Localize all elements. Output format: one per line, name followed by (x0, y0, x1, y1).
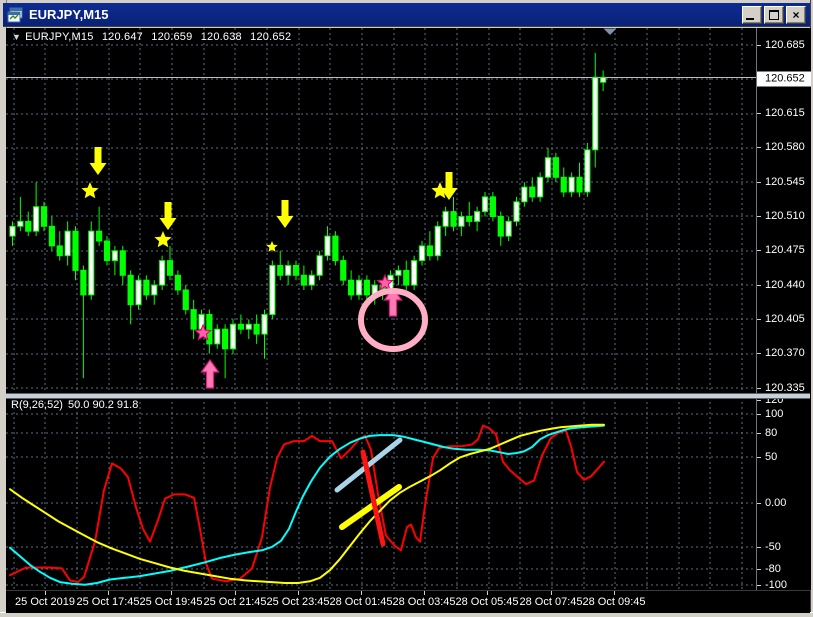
time-axis-tick (487, 591, 488, 595)
indicator-axis-tick (757, 547, 761, 548)
price-axis-tick (757, 182, 761, 183)
price-axis-label: 120.405 (765, 313, 805, 325)
price-axis-tick (757, 113, 761, 114)
price-axis-label: 120.685 (765, 39, 805, 51)
close-button[interactable]: × (786, 5, 806, 24)
indicator-axis-tick (757, 414, 761, 415)
time-axis-label: 28 Oct 07:45 (519, 596, 583, 608)
price-axis-label: 120.580 (765, 141, 805, 153)
time-axis-label: 28 Oct 01:45 (329, 596, 393, 608)
chart-app-icon (7, 7, 23, 22)
time-axis-label: 28 Oct 05:45 (455, 596, 519, 608)
close-icon: × (792, 7, 800, 22)
symbol-ohlc-header: ▼ EURJPY,M15 120.647 120.659 120.638 120.… (12, 31, 296, 43)
indicator-axis-tick (757, 400, 761, 401)
symbol-label: EURJPY,M15 (25, 31, 94, 43)
high-value: 120.659 (151, 31, 193, 43)
oscillator-line-medium (9, 424, 605, 586)
current-price-tag: 120.652 (757, 71, 811, 87)
time-axis[interactable]: 25 Oct 2019 25 Oct 17:45 25 Oct 19:45 25 Oc… (6, 590, 810, 613)
time-axis-label: 28 Oct 03:45 (392, 596, 456, 608)
indicator-axis-tick (757, 457, 761, 458)
sell-star-marker (266, 241, 278, 252)
time-axis-tick (45, 591, 46, 595)
price-axis-tick (757, 45, 761, 46)
open-value: 120.647 (101, 31, 143, 43)
low-value: 120.638 (200, 31, 242, 43)
price-axis-label: 120.510 (765, 210, 805, 222)
price-axis-label: 120.615 (765, 107, 805, 119)
indicator-label: R(9,26,52) 50.0 90.2 91.8 (11, 399, 143, 411)
price-axis-tick (757, 250, 761, 251)
indicator-values: 50.0 90.2 91.8 (67, 399, 139, 411)
time-axis-label: 28 Oct 09:45 (582, 596, 646, 608)
indicator-axis-tick (757, 503, 761, 504)
chevron-down-icon[interactable]: ▼ (12, 32, 21, 42)
price-axis-tick (757, 216, 761, 217)
time-axis-tick (361, 591, 362, 595)
time-axis-label: 25 Oct 2019 (15, 596, 75, 608)
price-axis-label: 120.440 (765, 279, 805, 291)
window-title: EURJPY,M15 (29, 7, 109, 22)
indicator-canvas[interactable] (6, 397, 756, 590)
indicator-name: R(9,26,52) (11, 399, 63, 411)
indicator-axis-tick (757, 585, 761, 586)
minimize-icon (746, 17, 754, 20)
indicator-axis-label: 80 (765, 427, 778, 439)
indicator-axis-tick (757, 569, 761, 570)
indicator-axis-tick (757, 433, 761, 434)
time-axis-tick (171, 591, 172, 595)
price-axis-tick (757, 319, 761, 320)
time-axis-tick (614, 591, 615, 595)
indicator-axis-label: -80 (765, 563, 781, 575)
minimize-button[interactable] (742, 5, 762, 24)
title-bar[interactable]: EURJPY,M15 × (3, 3, 810, 27)
price-axis-tick (757, 147, 761, 148)
time-axis-label: 25 Oct 23:45 (266, 596, 330, 608)
maximize-icon (769, 9, 779, 20)
time-axis-label: 25 Oct 19:45 (139, 596, 203, 608)
indicator-axis-label: 0.00 (765, 497, 787, 509)
time-axis-tick (551, 591, 552, 595)
sell-star-marker (81, 182, 99, 199)
time-axis-tick (424, 591, 425, 595)
time-axis-label: 25 Oct 21:45 (203, 596, 267, 608)
time-axis-tick (235, 591, 236, 595)
price-axis-label: 120.545 (765, 176, 805, 188)
sell-arrow-marker (89, 147, 107, 175)
oscillator-line-fast (9, 424, 605, 584)
price-axis-tick (757, 353, 761, 354)
time-axis-tick (108, 591, 109, 595)
maximize-button[interactable] (764, 5, 784, 24)
main-chart-canvas[interactable] (6, 28, 756, 393)
price-axis-tick (757, 285, 761, 286)
close-value: 120.652 (250, 31, 292, 43)
sell-star-marker (154, 231, 172, 248)
indicator-axis-label: 100 (765, 408, 784, 420)
oscillator-line-slow (9, 423, 605, 584)
sell-arrow-marker (276, 200, 294, 228)
indicator-axis-label: -50 (765, 541, 781, 553)
price-axis-label: 120.370 (765, 347, 805, 359)
time-axis-label: 25 Oct 17:45 (76, 596, 140, 608)
price-axis-label: 120.475 (765, 244, 805, 256)
indicator-axis-label: 50 (765, 451, 778, 463)
price-axis-tick (757, 388, 761, 389)
price-axis[interactable]: 120.652 120.685 120.615 120.580 120.545 120.… (756, 28, 811, 591)
time-axis-tick (298, 591, 299, 595)
